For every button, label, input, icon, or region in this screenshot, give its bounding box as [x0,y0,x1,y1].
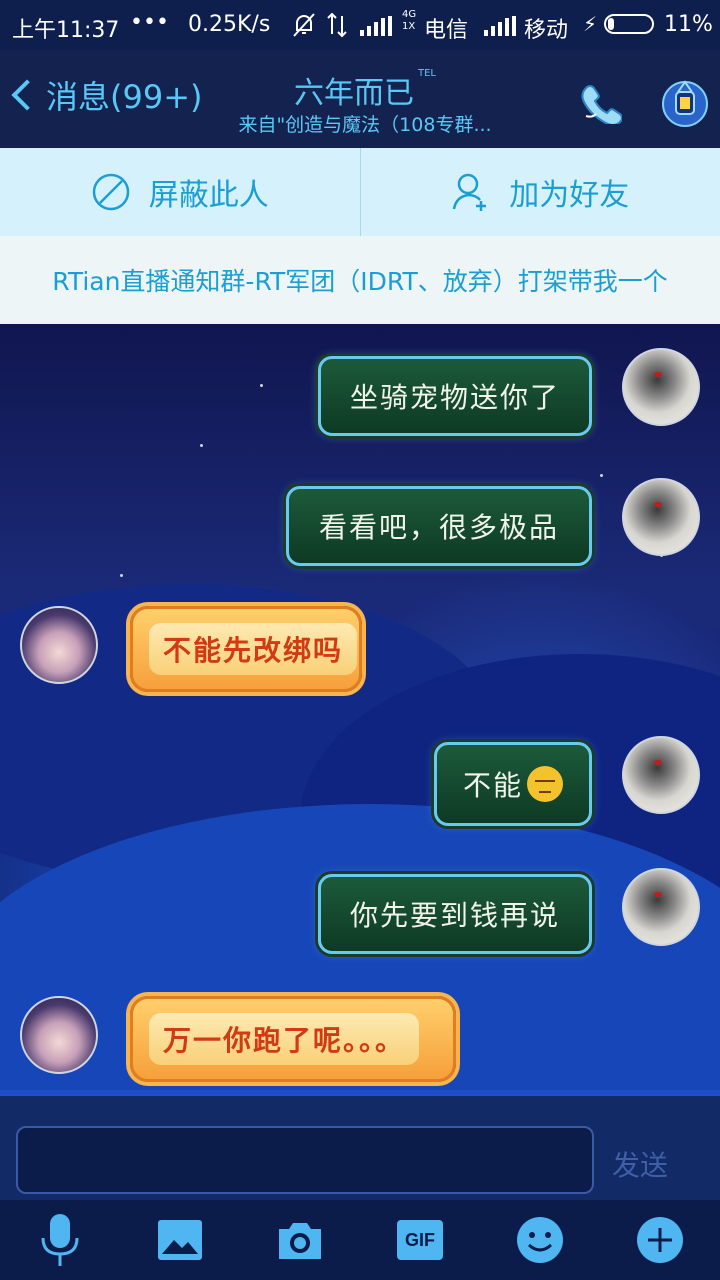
chevron-left-icon [11,79,43,111]
microphone-icon [41,1214,79,1266]
emoji-button[interactable] [514,1214,566,1266]
lantern-icon [662,80,708,127]
signal-icon-1 [360,16,392,36]
chat-title: 六年而已 TEL [230,68,500,112]
my-avatar[interactable] [622,348,700,426]
signal-icon-2 [484,16,516,36]
message-bubble[interactable]: 坐骑宠物送你了 [318,356,592,436]
my-avatar[interactable] [622,478,700,556]
phone-icon [581,85,623,126]
contact-avatar[interactable] [20,996,98,1074]
camera-button[interactable] [274,1214,326,1266]
block-icon [92,173,129,211]
chat-subtitle: 来自"创造与魔法（108专群... [238,114,492,136]
message-text: 不能先改绑吗 [149,623,358,675]
message-bubble[interactable]: 你先要到钱再说 [318,874,592,954]
message-list[interactable]: 坐骑宠物送你了 看看吧，很多极品 不能先改绑吗 不能 你先要到钱再说 万一你跑了… [0,324,720,1090]
gif-label: GIF [405,1229,435,1250]
gif-icon: GIF [397,1220,443,1260]
add-friend-label: 加为好友 [509,178,630,213]
phone-call-button[interactable] [578,80,623,126]
image-icon [158,1220,202,1260]
chat-header: 消息(99+) 六年而已 TEL 来自"创造与魔法（108专群... [0,50,720,148]
status-dots: ••• [130,10,169,35]
tel-badge: TEL [418,68,436,79]
group-source-notice: RTian直播通知群-RT军团（IDRT、放弃）打架带我一个 [0,236,720,324]
voice-button[interactable] [34,1214,86,1266]
message-bubble[interactable]: 不能先改绑吗 [130,606,362,692]
image-button[interactable] [154,1214,206,1266]
send-button[interactable]: 发送 [612,1144,668,1184]
message-text: 看看吧，很多极品 [318,511,559,544]
plus-icon [637,1217,683,1263]
my-avatar[interactable] [622,736,700,814]
message-text: 万一你跑了呢。。。 [149,1013,420,1065]
gif-button[interactable]: GIF [394,1214,446,1266]
input-toolbar: GIF [0,1200,720,1280]
block-user-button[interactable]: 屏蔽此人 [0,148,361,236]
mute-icon [292,12,316,44]
status-bar: 上午11:37 ••• 0.25K/s 4G 1X 电信 移动 ⚡ 11% [0,0,720,50]
contact-avatar[interactable] [20,606,98,684]
network-type: 4G 1X [402,9,417,32]
battery-icon [604,14,654,34]
message-bubble[interactable]: 万一你跑了呢。。。 [130,996,456,1082]
contact-name: 六年而已 [294,76,414,111]
carrier-2: 移动 [524,18,569,43]
unamused-emoji-icon [527,766,563,802]
message-text: 你先要到钱再说 [349,899,560,932]
smiley-icon [517,1217,563,1263]
more-button[interactable] [634,1214,686,1266]
input-bar: 发送 [0,1090,720,1200]
back-label: 消息(99+) [46,78,203,116]
stranger-action-bar: 屏蔽此人 加为好友 [0,148,720,236]
message-text: 坐骑宠物送你了 [349,381,560,414]
my-avatar[interactable] [622,868,700,946]
carrier-1: 电信 [424,18,469,43]
block-user-label: 屏蔽此人 [148,178,269,213]
message-text: 不能 [462,769,523,802]
message-input[interactable] [16,1126,594,1194]
camera-icon [279,1223,321,1259]
status-speed: 0.25K/s [188,12,271,37]
add-person-icon [453,173,487,211]
message-bubble[interactable]: 不能 [434,742,592,826]
battery-percent: 11% [664,12,713,37]
add-friend-button[interactable]: 加为好友 [361,148,720,236]
message-bubble[interactable]: 看看吧，很多极品 [286,486,592,566]
charging-icon: ⚡ [583,12,598,36]
data-transfer-icon [326,12,348,44]
status-time: 上午11:37 [12,18,120,43]
back-button[interactable]: 消息(99+) [10,72,203,118]
profile-lantern-button[interactable] [660,74,710,128]
